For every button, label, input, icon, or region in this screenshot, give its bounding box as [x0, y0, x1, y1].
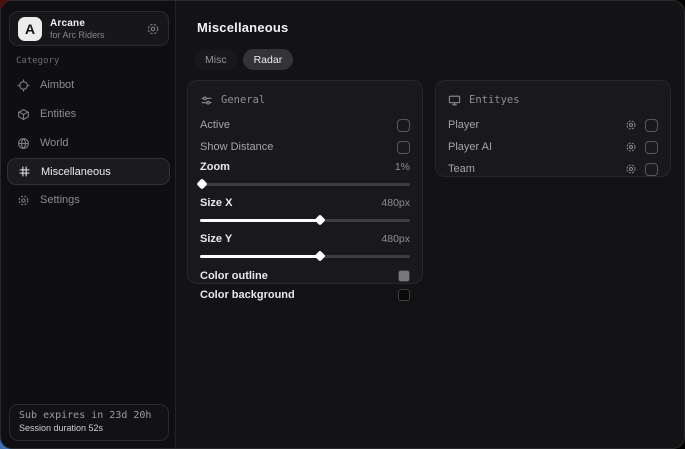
color-outline-swatch[interactable] [398, 270, 410, 282]
size-y-value: 480px [381, 233, 410, 245]
zoom-label: Zoom [200, 161, 230, 173]
general-card-header: General [200, 90, 410, 110]
sidebar-item-settings[interactable]: Settings [7, 186, 170, 214]
app-name: Arcane [50, 18, 146, 29]
color-background-swatch[interactable] [398, 289, 410, 301]
zoom-row: Zoom 1% [200, 158, 410, 176]
general-card-title: General [221, 94, 265, 106]
active-row: Active [200, 114, 410, 136]
sub-expiry-text: Sub expires in 23d 20h [19, 410, 159, 421]
entities-card: Entityes Player Player AI [435, 80, 671, 177]
show-distance-checkbox[interactable] [397, 141, 410, 154]
app-subtitle: for Arc Riders [50, 30, 146, 40]
sidebar-item-label: World [40, 137, 69, 149]
zoom-slider[interactable] [200, 180, 410, 188]
size-x-value: 480px [381, 197, 410, 209]
show-distance-label: Show Distance [200, 141, 273, 153]
color-outline-label: Color outline [200, 270, 268, 282]
slider-fill [200, 255, 320, 258]
size-y-row: Size Y 480px [200, 230, 410, 248]
general-card: General Active Show Distance Zoom 1% Siz… [187, 80, 423, 284]
app-window: A Arcane for Arc Riders Category Aimbot [0, 0, 685, 449]
player-ai-checkbox[interactable] [645, 141, 658, 154]
entities-card-header: Entityes [448, 90, 658, 110]
active-checkbox[interactable] [397, 119, 410, 132]
size-y-label: Size Y [200, 233, 232, 245]
cube-icon [17, 108, 30, 121]
sidebar-item-miscellaneous[interactable]: Miscellaneous [7, 158, 170, 185]
sidebar-item-aimbot[interactable]: Aimbot [7, 71, 170, 99]
tab-misc[interactable]: Misc [194, 49, 238, 70]
show-distance-row: Show Distance [200, 136, 410, 158]
player-row: Player [448, 114, 658, 136]
app-logo: A [18, 17, 42, 41]
subscription-info-box: Sub expires in 23d 20h Session duration … [9, 404, 169, 441]
category-label: Category [16, 56, 59, 66]
main-panel: Miscellaneous Misc Radar General Active … [177, 1, 684, 448]
color-outline-row: Color outline [200, 266, 410, 285]
player-ai-label: Player AI [448, 141, 492, 153]
sidebar-item-label: Entities [40, 108, 76, 120]
sidebar-item-label: Settings [40, 194, 80, 206]
zoom-slider-thumb[interactable] [196, 178, 207, 189]
slider-track [200, 183, 410, 186]
gear-icon[interactable] [625, 163, 637, 175]
sidebar-item-world[interactable]: World [7, 129, 170, 157]
tab-bar: Misc Radar [194, 49, 293, 70]
team-checkbox[interactable] [645, 163, 658, 176]
active-label: Active [200, 119, 230, 131]
crosshair-icon [17, 79, 30, 92]
size-y-slider[interactable] [200, 252, 410, 260]
sidebar-item-label: Aimbot [40, 79, 74, 91]
entities-card-title: Entityes [469, 94, 520, 106]
sidebar-item-label: Miscellaneous [41, 166, 111, 178]
player-ai-row: Player AI [448, 136, 658, 158]
size-x-label: Size X [200, 197, 232, 209]
player-checkbox[interactable] [645, 119, 658, 132]
size-x-slider-thumb[interactable] [314, 214, 325, 225]
grid-hash-icon [18, 165, 31, 178]
page-title: Miscellaneous [197, 20, 288, 35]
team-row: Team [448, 158, 658, 180]
gear-icon[interactable] [146, 22, 160, 36]
globe-icon [17, 137, 30, 150]
gear-icon [17, 194, 30, 207]
brand-text: Arcane for Arc Riders [50, 18, 146, 40]
color-background-label: Color background [200, 289, 295, 301]
tab-radar[interactable]: Radar [243, 49, 294, 70]
monitor-icon [448, 94, 461, 107]
size-x-slider[interactable] [200, 216, 410, 224]
size-x-row: Size X 480px [200, 194, 410, 212]
player-label: Player [448, 119, 479, 131]
zoom-value: 1% [395, 161, 410, 173]
sliders-icon [200, 94, 213, 107]
color-background-row: Color background [200, 285, 410, 304]
sidebar: A Arcane for Arc Riders Category Aimbot [1, 1, 176, 448]
session-duration-text: Session duration 52s [19, 423, 159, 433]
team-label: Team [448, 163, 475, 175]
slider-fill [200, 219, 320, 222]
brand-card: A Arcane for Arc Riders [9, 11, 169, 46]
sidebar-nav: Aimbot Entities World [7, 71, 170, 214]
gear-icon[interactable] [625, 141, 637, 153]
gear-icon[interactable] [625, 119, 637, 131]
size-y-slider-thumb[interactable] [314, 250, 325, 261]
sidebar-item-entities[interactable]: Entities [7, 100, 170, 128]
